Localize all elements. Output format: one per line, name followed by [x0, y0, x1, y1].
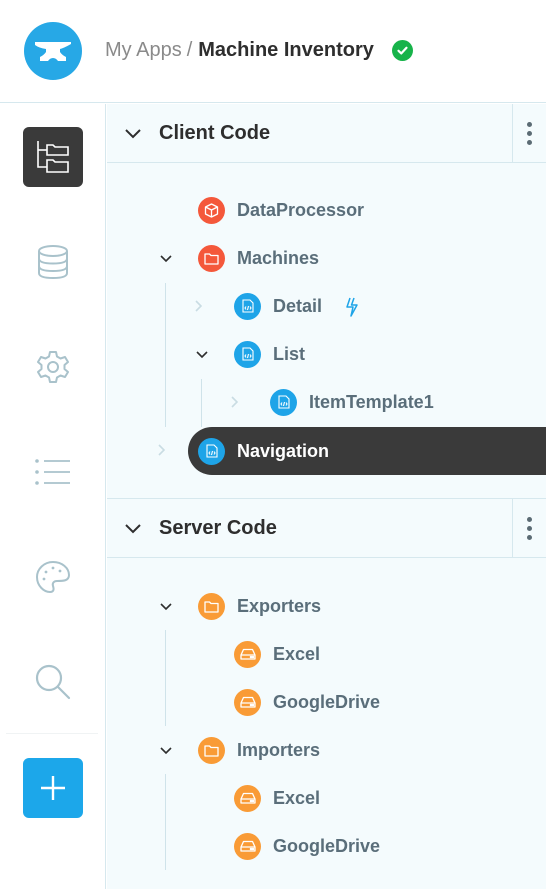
chevron-down-icon[interactable] [157, 597, 175, 615]
chevron-down-icon[interactable] [157, 249, 175, 267]
app-header: My Apps / Machine Inventory [0, 0, 546, 103]
kebab-dot [527, 516, 532, 522]
kebab-dot [527, 525, 532, 531]
tree-item-importers[interactable]: Importers [107, 730, 546, 770]
chevron-down-icon[interactable] [122, 122, 144, 144]
breadcrumb-my-apps[interactable]: My Apps [105, 36, 182, 64]
server-code-title: Server Code [159, 516, 277, 539]
folder-icon [198, 736, 225, 764]
rail-code-tree-button[interactable] [23, 127, 83, 187]
tree-item-importers-googledrive[interactable]: GoogleDrive [107, 826, 546, 866]
kebab-dot [527, 139, 532, 145]
tree-item-list[interactable]: List [107, 334, 546, 374]
tree-item-label: GoogleDrive [273, 835, 381, 856]
folder-tree-icon [37, 141, 69, 173]
tree-item-label: Machines [237, 247, 320, 268]
tree-item-label: DataProcessor [237, 199, 365, 220]
anvil-icon [35, 42, 71, 61]
rail-add-button[interactable] [23, 758, 83, 818]
kebab-dot [527, 534, 532, 540]
client-code-title: Client Code [159, 121, 271, 144]
chevron-right-icon[interactable] [225, 393, 243, 411]
chevron-down-icon[interactable] [157, 741, 175, 759]
rail-data-button[interactable] [23, 232, 83, 292]
rail-list-button[interactable] [23, 442, 83, 502]
breadcrumb: My Apps / Machine Inventory [105, 36, 413, 64]
tree-item-label: Importers [237, 739, 321, 760]
tree-item-importers-excel[interactable]: Excel [107, 778, 546, 818]
tree-item-label: Detail [273, 295, 323, 316]
rail-search-button[interactable] [23, 652, 83, 712]
tree-item-navigation[interactable]: Navigation [188, 427, 546, 475]
tree-item-dataprocessor[interactable]: DataProcessor [107, 190, 546, 230]
tree-item-label: Excel [273, 643, 321, 664]
server-code-section-header[interactable]: Server Code [107, 499, 546, 558]
tree-item-exporters-googledrive[interactable]: GoogleDrive [107, 682, 546, 722]
package-icon [198, 196, 225, 224]
database-icon [38, 245, 68, 280]
tree-item-exporters-excel[interactable]: Excel [107, 634, 546, 674]
tree-item-detail[interactable]: Detail [107, 286, 546, 326]
chevron-right-icon[interactable] [153, 442, 171, 460]
kebab-dot [527, 130, 532, 136]
form-icon [234, 340, 261, 368]
rail-settings-button[interactable] [23, 337, 83, 397]
tree-item-label: GoogleDrive [273, 691, 381, 712]
client-code-section-header[interactable]: Client Code [107, 104, 546, 163]
anvil-logo[interactable] [24, 22, 82, 80]
lightning-icon [345, 297, 359, 322]
server-icon [234, 784, 261, 812]
client-code-menu-button[interactable] [512, 104, 546, 162]
chevron-down-icon[interactable] [122, 517, 144, 539]
tree-item-exporters[interactable]: Exporters [107, 586, 546, 626]
tree-item-machines[interactable]: Machines [107, 238, 546, 278]
tree-item-label: ItemTemplate1 [309, 391, 434, 412]
tree-item-label: Excel [273, 787, 321, 808]
server-icon [234, 640, 261, 668]
plus-icon [41, 776, 65, 800]
form-icon [270, 388, 297, 416]
tree-item-label: Exporters [237, 595, 322, 616]
check-circle-icon [391, 39, 413, 61]
chevron-down-icon[interactable] [193, 345, 211, 363]
tree-item-label: List [273, 343, 306, 364]
folder-icon [198, 244, 225, 272]
server-icon [234, 688, 261, 716]
gear-icon [37, 351, 69, 383]
search-icon [35, 664, 71, 700]
breadcrumb-separator: / [186, 39, 193, 61]
palette-icon [35, 560, 71, 594]
code-tree-panel: Client Code DataProcessor Machines Detai… [107, 104, 546, 889]
rail-theme-button[interactable] [23, 547, 83, 607]
form-icon [198, 437, 225, 465]
app-name[interactable]: Machine Inventory [198, 36, 374, 64]
folder-icon [198, 592, 225, 620]
tree-item-label: Navigation [237, 440, 330, 461]
server-icon [234, 832, 261, 860]
server-code-menu-button[interactable] [512, 499, 546, 557]
form-icon [234, 292, 261, 320]
chevron-right-icon[interactable] [189, 297, 207, 315]
left-rail [0, 104, 106, 889]
kebab-dot [527, 121, 532, 127]
list-icon [35, 459, 70, 485]
tree-item-itemtemplate1[interactable]: ItemTemplate1 [107, 382, 546, 422]
rail-divider [6, 733, 98, 734]
